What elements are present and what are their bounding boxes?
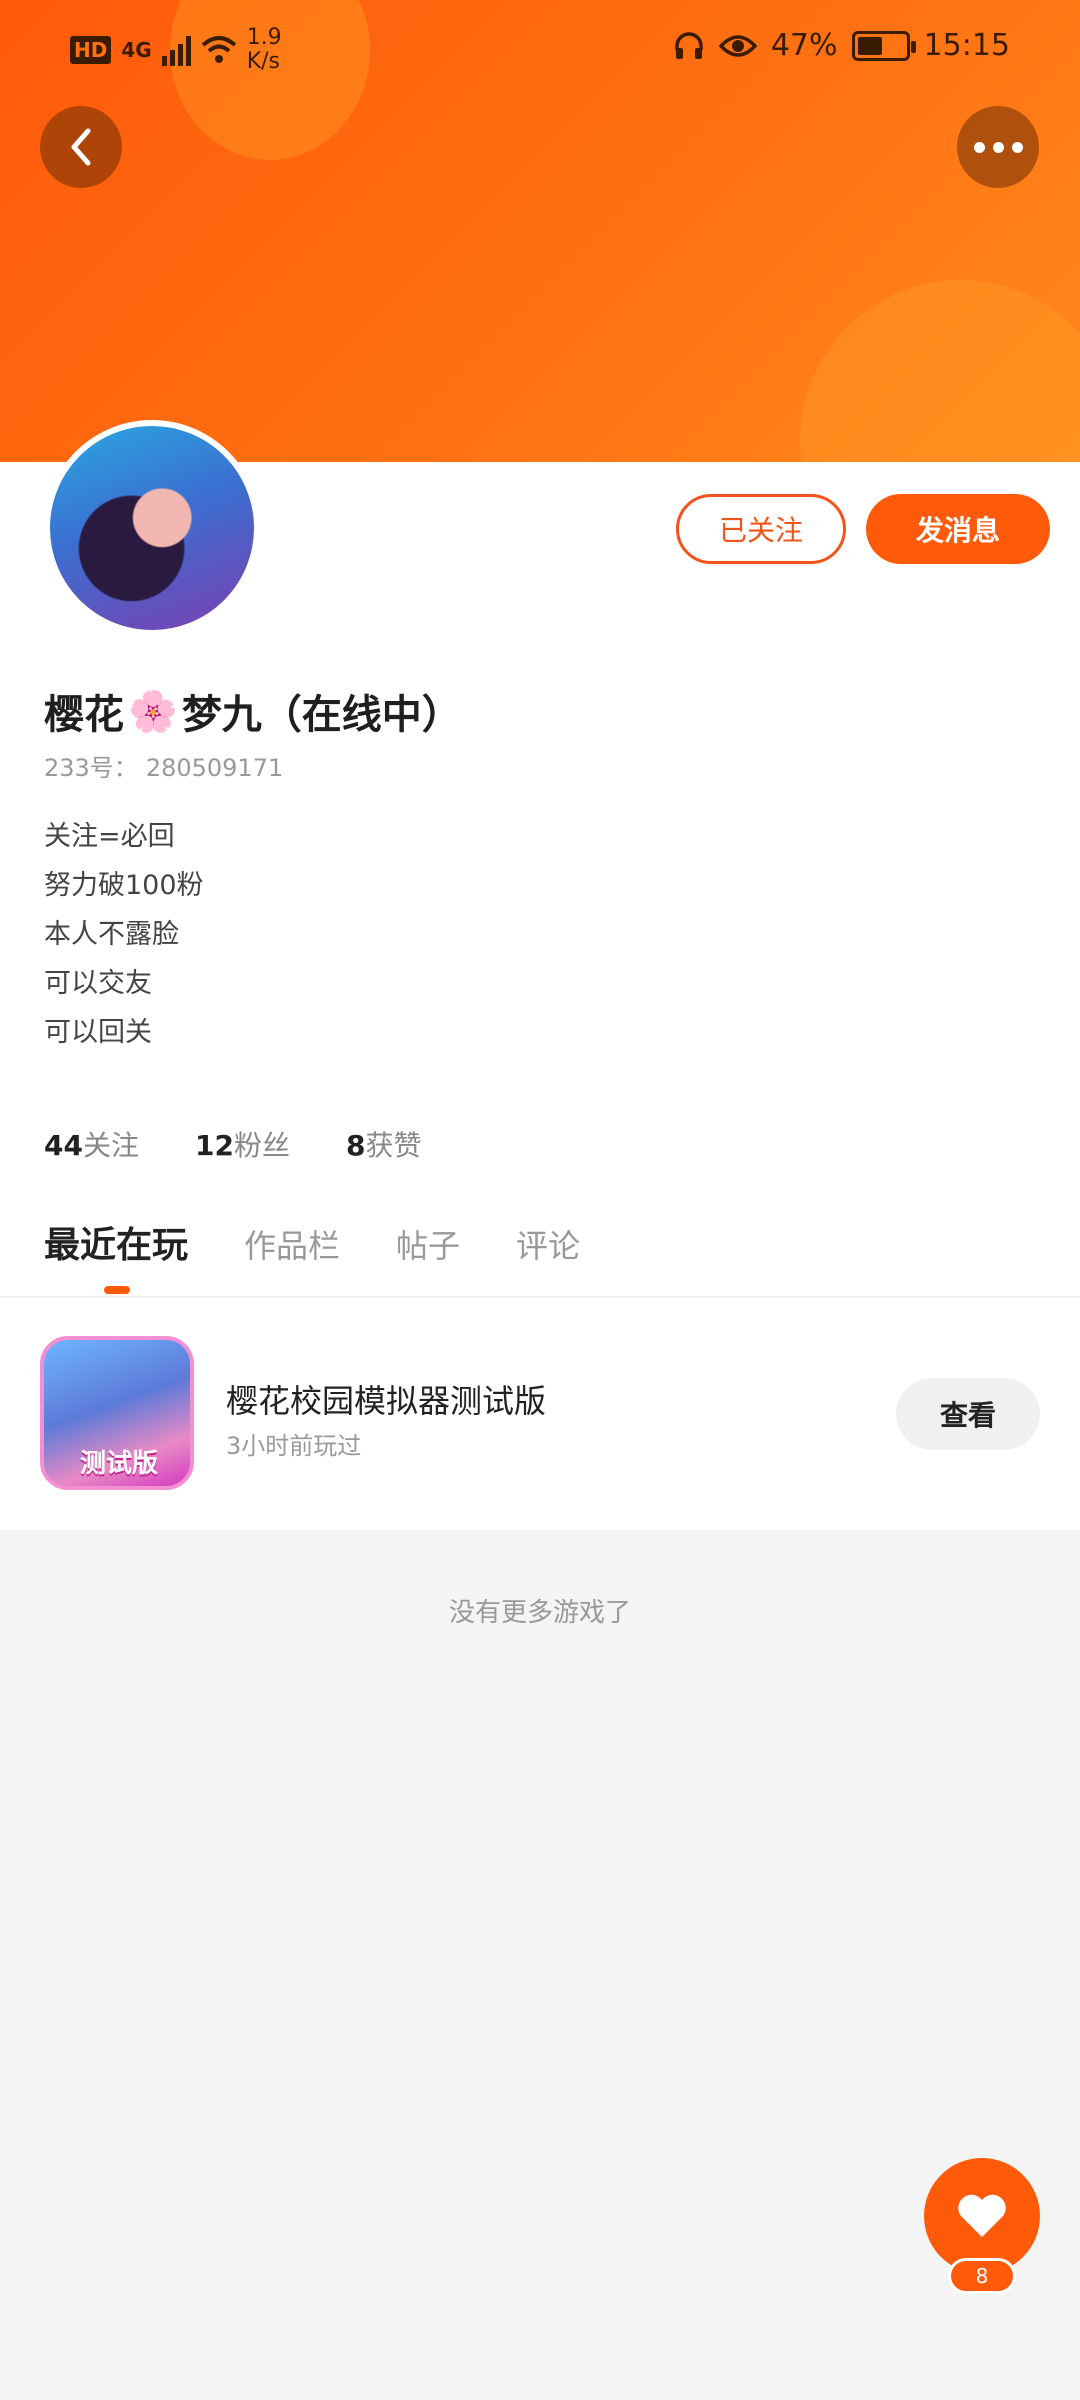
heart-icon [958,2194,1006,2237]
profile-tabs: 最近在玩 作品栏 帖子 评论 [44,1216,580,1268]
chevron-left-icon [71,128,91,166]
signal-icon [161,34,191,66]
last-played-time: 3小时前玩过 [226,1432,362,1460]
bio-line: 关注=必回 [44,821,175,852]
username: 樱花 🌸 梦九（在线中） [44,688,462,739]
like-button[interactable] [924,2158,1040,2274]
game-icon-tag: 测试版 [80,1449,159,1479]
eye-icon [718,34,757,57]
back-button[interactable] [40,106,122,188]
view-button[interactable]: 查看 [896,1378,1040,1450]
bio-line: 努力破100粉 [44,870,204,901]
clock-time: 15:15 [923,28,1010,63]
bio-line: 本人不露脸 [44,919,179,950]
more-button[interactable] [957,106,1039,188]
like-count-badge: 8 [948,2258,1016,2294]
game-title: 樱花校园模拟器测试版 [226,1382,547,1420]
send-message-button[interactable]: 发消息 [866,494,1050,564]
network-speed: 1.9 K/s [246,25,282,74]
followed-button[interactable]: 已关注 [676,494,846,564]
status-bar: HD 4G 1.9 K/s 47% 15:15 [0,0,1080,92]
tab-recently-played[interactable]: 最近在玩 [44,1216,188,1268]
tab-comments[interactable]: 评论 [516,1221,580,1267]
no-more-games-text: 没有更多游戏了 [448,1598,631,1628]
cherry-blossom-icon: 🌸 [128,688,178,735]
fans-stat[interactable]: 12粉丝 [195,1124,290,1164]
avatar[interactable] [44,420,260,636]
banner-decoration [800,280,1080,462]
list-item[interactable]: 测试版 樱花校园模拟器测试版 3小时前玩过 查看 [0,1312,1080,1530]
battery-percent: 47% [770,28,838,63]
wifi-icon [201,36,237,63]
network-type: 4G [121,38,152,62]
battery-icon [851,30,916,61]
stats-row: 44关注 12粉丝 8获赞 [44,1124,421,1164]
following-stat[interactable]: 44关注 [44,1124,139,1164]
likes-stat[interactable]: 8获赞 [346,1124,422,1164]
bio-line: 可以回关 [44,1017,152,1048]
tab-works[interactable]: 作品栏 [244,1221,340,1267]
bio: 关注=必回 努力破100粉 本人不露脸 可以交友 可以回关 [44,812,204,1057]
hd-badge: HD [70,36,112,64]
game-icon[interactable]: 测试版 [40,1336,194,1490]
headphones-icon [675,31,703,59]
active-tab-indicator [104,1286,130,1294]
more-dots-icon [973,141,1023,153]
user-id: 233号： 280509171 [44,754,284,782]
bio-line: 可以交友 [44,968,152,999]
tab-posts[interactable]: 帖子 [396,1221,460,1267]
divider [0,1296,1080,1298]
